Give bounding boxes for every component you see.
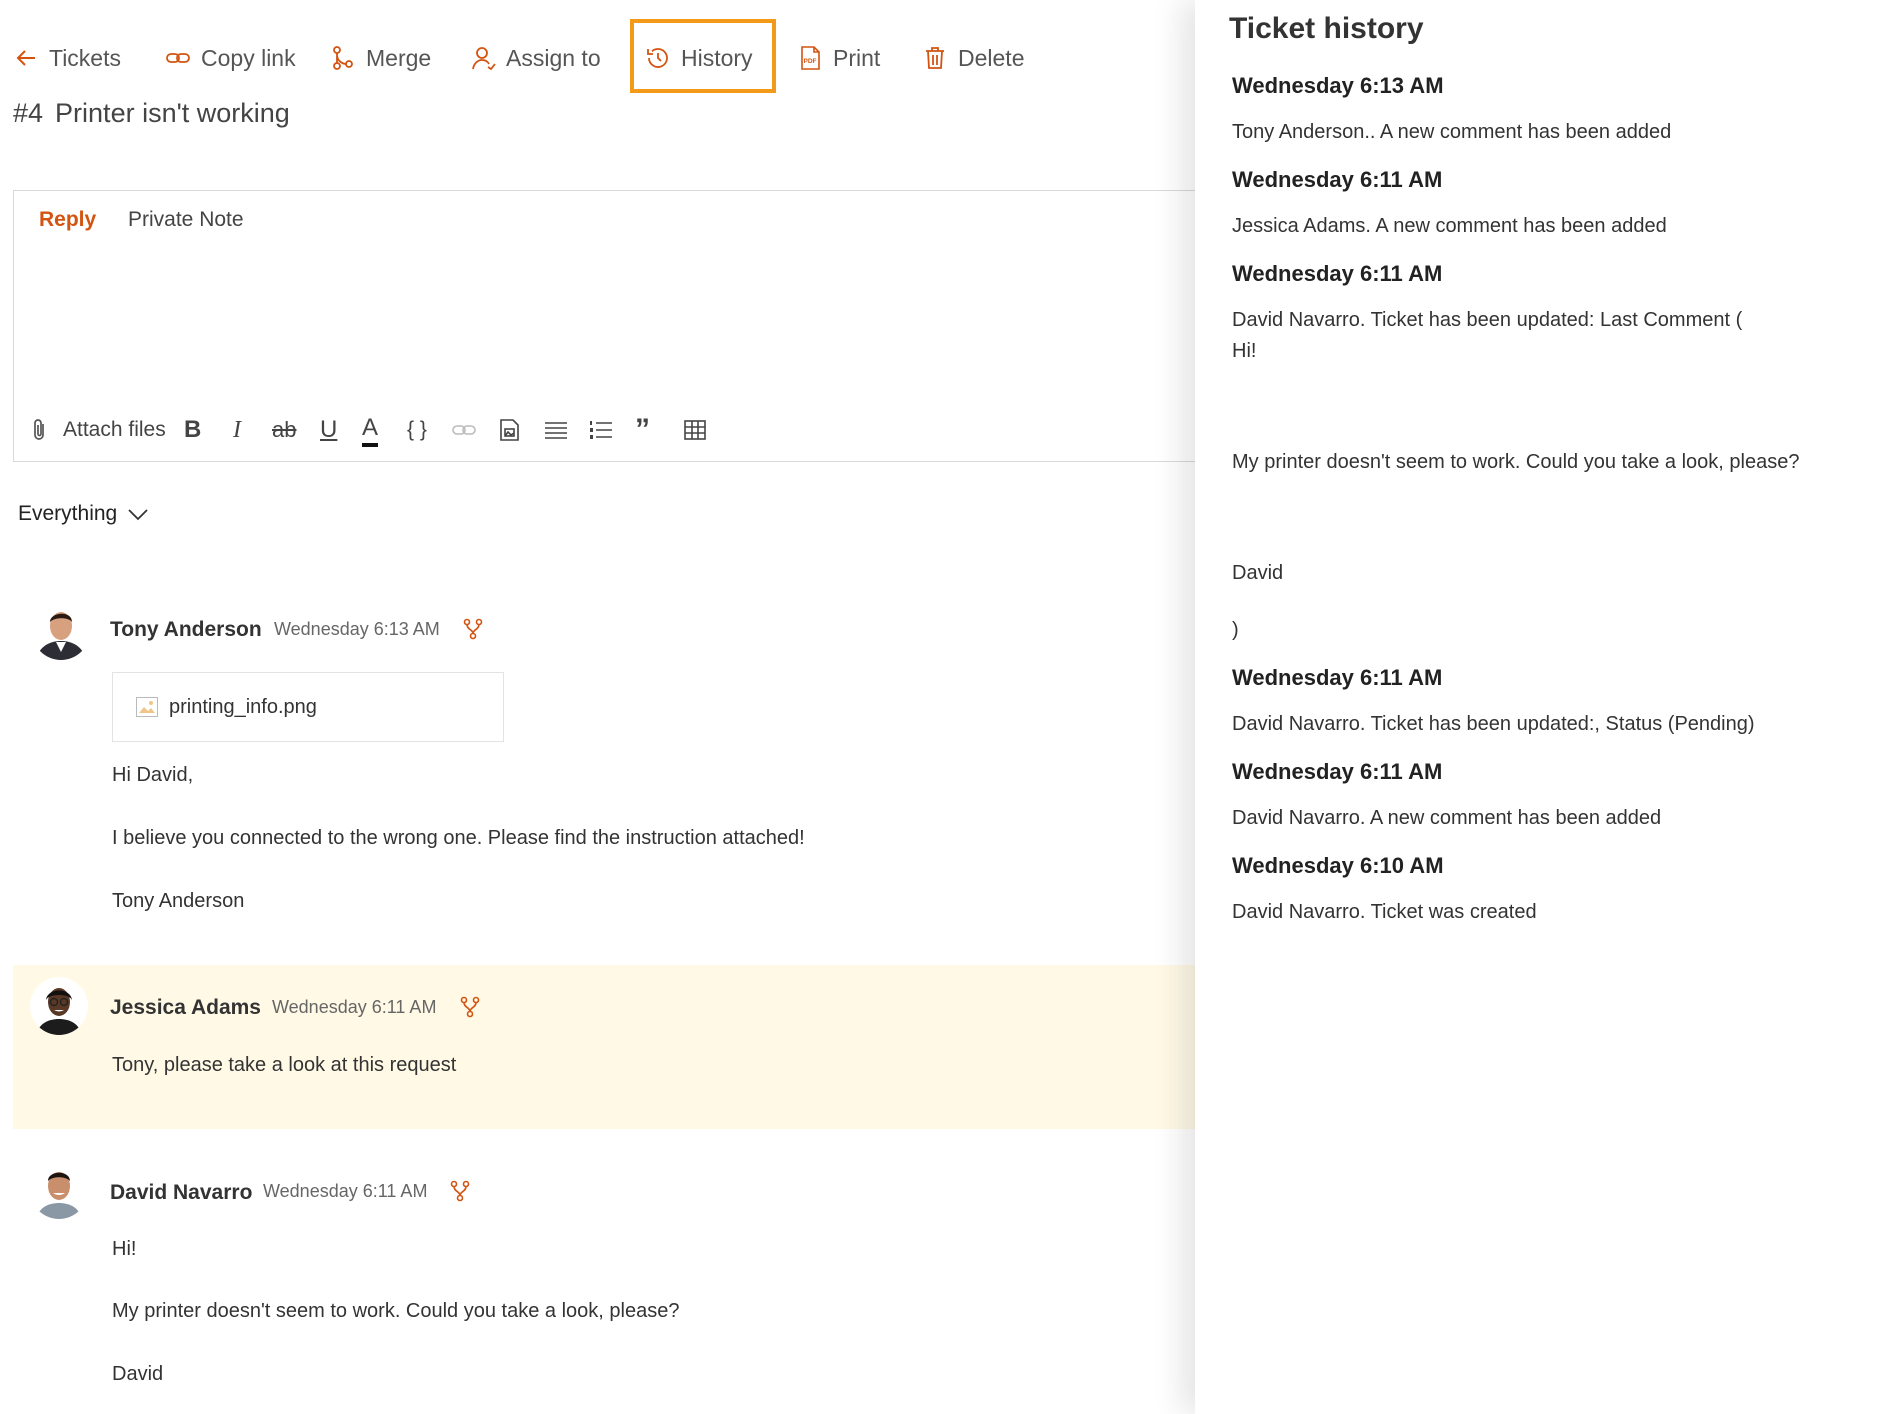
comment-body-line: Hi David, <box>112 764 194 786</box>
tickets-label: Tickets <box>49 44 121 71</box>
attach-files-label: Attach files <box>63 418 166 441</box>
fork-icon[interactable] <box>459 996 481 1018</box>
comment-body-line: Hi! <box>112 1238 137 1260</box>
filter-selected-value: Everything <box>18 502 118 525</box>
arrow-left-icon <box>16 50 35 66</box>
ticket-title: Printer isn't working <box>55 98 290 128</box>
chevron-down-icon <box>128 509 148 521</box>
history-entry-text: Tony Anderson.. A new comment has been a… <box>1232 121 1672 143</box>
link-icon <box>166 53 190 63</box>
comment-time: Wednesday 6:11 AM <box>263 1181 428 1201</box>
page-title: #4 Printer isn't working <box>13 98 290 129</box>
history-entry-date: Wednesday 6:11 AM <box>1232 167 1443 192</box>
bullet-list-icon <box>545 422 567 439</box>
attach-files-button[interactable]: Attach files <box>27 413 166 447</box>
history-entry-text: David Navarro. Ticket was created <box>1232 901 1537 923</box>
comment-body-line: I believe you connected to the wrong one… <box>112 827 805 849</box>
fork-icon[interactable] <box>449 1180 471 1202</box>
font-color-button[interactable]: A <box>362 413 379 447</box>
quote-button[interactable]: ” <box>635 413 650 447</box>
history-entry-text: Hi! <box>1232 340 1257 362</box>
trash-icon <box>926 47 944 69</box>
ticket-number: #4 <box>13 98 44 128</box>
underline-button[interactable]: U <box>320 413 337 447</box>
delete-label: Delete <box>958 44 1025 71</box>
comment-body-line: Tony Anderson <box>112 890 245 912</box>
merge-label: Merge <box>366 44 432 71</box>
comment-body-line: My printer doesn't seem to work. Could y… <box>112 1300 680 1322</box>
history-entry-date: Wednesday 6:10 AM <box>1232 853 1444 878</box>
history-entry-text: David <box>1232 562 1284 584</box>
history-entry-text: David Navarro. A new comment has been ad… <box>1232 807 1662 829</box>
link-icon <box>452 425 476 435</box>
fork-icon[interactable] <box>462 618 484 640</box>
paperclip-icon <box>34 419 44 440</box>
comment-body-line: David <box>112 1363 164 1385</box>
print-button[interactable]: PDF Print <box>797 38 880 78</box>
attachment-file[interactable]: printing_info.png <box>112 672 504 742</box>
insert-image-button[interactable] <box>497 413 523 447</box>
tab-reply[interactable]: Reply <box>39 208 96 232</box>
assign-to-button[interactable]: Assign to <box>470 38 601 78</box>
merge-button[interactable]: Merge <box>330 38 431 78</box>
svg-text:PDF: PDF <box>804 58 817 65</box>
activity-filter-dropdown[interactable]: Everything <box>18 502 149 526</box>
ticket-history-panel <box>1195 0 1890 1414</box>
copy-link-label: Copy link <box>201 44 296 71</box>
merge-icon <box>333 46 353 70</box>
history-entry-text: David Navarro. Ticket has been updated:,… <box>1232 713 1755 735</box>
assign-to-label: Assign to <box>506 44 601 71</box>
bold-button[interactable]: B <box>184 413 201 447</box>
strikethrough-button[interactable]: ab <box>272 413 296 447</box>
comment-author: Jessica Adams <box>110 996 261 1019</box>
attachment-filename: printing_info.png <box>169 695 317 718</box>
history-entry-text: Jessica Adams. A new comment has been ad… <box>1232 215 1667 237</box>
bullet-list-button[interactable] <box>543 413 569 447</box>
history-entry-text: My printer doesn't seem to work. Could y… <box>1232 451 1800 473</box>
insert-link-button[interactable] <box>451 413 477 447</box>
history-entry-text: David Navarro. Ticket has been updated: … <box>1232 309 1743 331</box>
copy-link-button[interactable]: Copy link <box>165 38 296 78</box>
comment-author: Tony Anderson <box>110 618 262 641</box>
back-to-tickets-button[interactable]: Tickets <box>13 38 121 78</box>
image-icon <box>500 419 519 441</box>
delete-button[interactable]: Delete <box>922 38 1024 78</box>
avatar <box>30 1161 88 1219</box>
history-entry-date: Wednesday 6:11 AM <box>1232 759 1443 784</box>
table-button[interactable] <box>682 413 708 447</box>
numbered-list-icon <box>590 421 612 439</box>
comment-author: David Navarro <box>110 1181 253 1204</box>
comment-body-line: Tony, please take a look at this request <box>112 1054 457 1076</box>
print-label: Print <box>833 44 881 71</box>
tab-private-note[interactable]: Private Note <box>128 208 244 232</box>
private-note-comment <box>13 965 1213 1129</box>
table-icon <box>684 420 706 440</box>
user-icon <box>472 47 496 71</box>
panel-title: Ticket history <box>1229 12 1424 45</box>
comment-time: Wednesday 6:13 AM <box>274 619 440 639</box>
history-highlight-frame <box>630 19 776 93</box>
history-entry-text: ) <box>1232 619 1239 641</box>
avatar <box>32 602 90 660</box>
comment-time: Wednesday 6:11 AM <box>272 997 437 1017</box>
history-entry-date: Wednesday 6:11 AM <box>1232 665 1443 690</box>
code-button[interactable]: { } <box>407 413 427 447</box>
image-file-icon <box>136 697 158 717</box>
italic-button[interactable]: I <box>233 413 241 447</box>
numbered-list-button[interactable] <box>588 413 614 447</box>
history-entry-date: Wednesday 6:13 AM <box>1232 73 1444 98</box>
pdf-icon: PDF <box>801 46 820 70</box>
history-entry-date: Wednesday 6:11 AM <box>1232 261 1443 286</box>
avatar <box>30 977 88 1035</box>
